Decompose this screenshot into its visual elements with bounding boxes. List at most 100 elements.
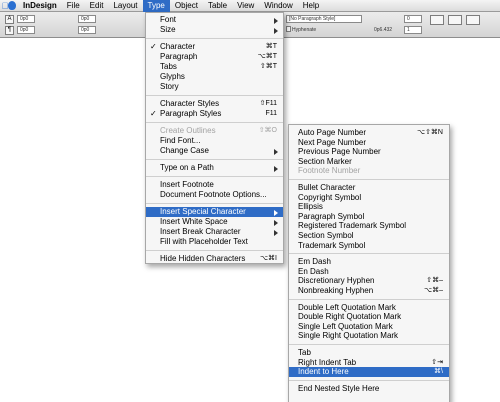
left-indent-field[interactable]: 0p0 — [17, 26, 35, 34]
menu-view[interactable]: View — [232, 0, 259, 12]
type-menu-item-insert-white-space[interactable]: Insert White Space — [146, 217, 283, 227]
menu-layout[interactable]: Layout — [108, 0, 142, 12]
type-menu-item-glyphs[interactable]: Glyphs — [146, 72, 283, 82]
menu-item-shortcut: ⇧⌘O — [258, 127, 277, 134]
special-char-item-double-right-quotation-mark[interactable]: Double Right Quotation Mark — [289, 312, 449, 322]
menu-separator — [146, 159, 283, 160]
menu-item-label: Create Outlines — [160, 126, 216, 135]
menu-item-label: Insert Break Character — [160, 227, 241, 236]
submenu-arrow-icon — [274, 230, 278, 236]
type-menu-item-insert-special-character[interactable]: Insert Special Character — [146, 207, 283, 217]
drop-cap-chars-field[interactable]: 1 — [404, 26, 422, 34]
type-menu-item-document-footnote-options[interactable]: Document Footnote Options... — [146, 190, 283, 200]
special-char-item-previous-page-number[interactable]: Previous Page Number — [289, 147, 449, 157]
special-char-item-nonbreaking-hyphen[interactable]: Nonbreaking Hyphen ⌥⌘– — [289, 286, 449, 296]
menu-table[interactable]: Table — [203, 0, 232, 12]
special-char-item-indent-to-here[interactable]: Indent to Here ⌘\ — [289, 367, 449, 378]
menu-item-label: Footnote Number — [298, 166, 361, 176]
align-to-grid-icon[interactable] — [430, 15, 444, 25]
menu-type[interactable]: Type — [142, 0, 170, 12]
menu-separator — [289, 298, 449, 300]
drop-cap-lines-field[interactable]: 0 — [404, 15, 422, 23]
paragraph-style-select[interactable]: [No Paragraph Style] — [286, 15, 362, 23]
insert-special-character-submenu: Auto Page Number ⌥⇧⌘N Next Page Number Prev… — [288, 124, 450, 402]
menu-separator — [146, 122, 283, 123]
special-char-item-em-dash[interactable]: Em Dash — [289, 257, 449, 267]
special-char-item-next-page-number[interactable]: Next Page Number — [289, 138, 449, 148]
special-char-item-single-right-quotation-mark[interactable]: Single Right Quotation Mark — [289, 331, 449, 341]
space-after-field[interactable]: 0p0 — [78, 26, 96, 34]
special-char-item-bullet-character[interactable]: Bullet Character — [289, 183, 449, 193]
special-char-item-paragraph-symbol[interactable]: Paragraph Symbol — [289, 212, 449, 222]
special-char-item-auto-page-number[interactable]: Auto Page Number ⌥⇧⌘N — [289, 128, 449, 138]
first-line-indent-field[interactable]: 0p0 — [17, 15, 35, 23]
type-menu-item-fill-with-placeholder-text[interactable]: Fill with Placeholder Text — [146, 237, 283, 247]
menu-object[interactable]: Object — [170, 0, 203, 12]
menu-separator — [146, 203, 283, 204]
special-char-item-ellipsis[interactable]: Ellipsis — [289, 202, 449, 212]
grid-value-label: 0p6.432 — [374, 27, 393, 33]
type-menu-item-tabs[interactable]: Tabs ⇧⌘T — [146, 62, 283, 72]
special-char-item-discretionary-hyphen[interactable]: Discretionary Hyphen ⇧⌘– — [289, 276, 449, 286]
type-menu-item-insert-break-character[interactable]: Insert Break Character — [146, 227, 283, 237]
menu-item-shortcut: ⌥⌘– — [424, 287, 443, 294]
special-char-item-trademark-symbol[interactable]: Trademark Symbol — [289, 241, 449, 251]
apple-menu-icon[interactable]:  — [0, 0, 18, 12]
columns-icon[interactable] — [448, 15, 462, 25]
menu-separator — [289, 253, 449, 255]
menu-item-shortcut: ⌘T — [265, 43, 277, 50]
menu-item-label: Ellipsis — [298, 202, 323, 212]
type-menu-item-character-styles[interactable]: Character Styles ⇧F11 — [146, 99, 283, 109]
special-char-item-single-left-quotation-mark[interactable]: Single Left Quotation Mark — [289, 322, 449, 332]
special-char-item-registered-trademark-symbol[interactable]: Registered Trademark Symbol — [289, 221, 449, 231]
type-menu-item-font[interactable]: Font — [146, 15, 283, 25]
type-menu-item-insert-footnote[interactable]: Insert Footnote — [146, 180, 283, 190]
menu-item-shortcut: ⇧⌘T — [259, 63, 277, 70]
special-char-item-end-nested-style-here[interactable]: End Nested Style Here — [289, 384, 449, 394]
menu-app-name[interactable]: InDesign — [18, 0, 62, 12]
menu-item-label: Find Font... — [160, 136, 201, 145]
menu-item-label: Auto Page Number — [298, 128, 367, 137]
paragraph-mode-button[interactable]: ¶ — [5, 26, 14, 35]
hyphenate-checkbox[interactable] — [286, 26, 291, 32]
special-char-item-section-marker[interactable]: Section Marker — [289, 157, 449, 167]
type-menu-item-size[interactable]: Size — [146, 25, 283, 35]
menu-item-label: Size — [160, 25, 176, 34]
menu-edit[interactable]: Edit — [85, 0, 109, 12]
special-char-item-right-indent-tab[interactable]: Right Indent Tab ⇧⇥ — [289, 358, 449, 368]
special-char-item-double-left-quotation-mark[interactable]: Double Left Quotation Mark — [289, 303, 449, 313]
character-mode-button[interactable]: A — [5, 15, 14, 24]
type-menu-item-find-font[interactable]: Find Font... — [146, 136, 283, 146]
menu-item-label: Section Symbol — [298, 231, 354, 240]
type-menu-item-change-case[interactable]: Change Case — [146, 146, 283, 156]
special-char-item-tab[interactable]: Tab — [289, 348, 449, 358]
menu-item-label: Tabs — [160, 62, 177, 71]
submenu-arrow-icon — [274, 28, 278, 34]
type-menu-item-story[interactable]: Story — [146, 82, 283, 92]
menu-separator — [146, 95, 283, 96]
menu-item-shortcut: ⇧F11 — [259, 100, 277, 107]
special-char-item-en-dash[interactable]: En Dash — [289, 267, 449, 277]
type-menu-item-paragraph[interactable]: Paragraph ⌥⌘T — [146, 52, 283, 62]
menu-file[interactable]: File — [62, 0, 85, 12]
menu-item-label: Trademark Symbol — [298, 240, 366, 250]
menu-item-label: Type on a Path — [160, 163, 214, 172]
type-menu-item-create-outlines: Create Outlines ⇧⌘O — [146, 126, 283, 136]
menu-separator — [289, 344, 449, 345]
type-menu-item-hide-hidden-characters[interactable]: Hide Hidden Characters ⌥⌘I — [146, 254, 283, 264]
menu-item-label: End Nested Style Here — [298, 383, 380, 393]
menu-item-label: Copyright Symbol — [298, 192, 362, 202]
menu-item-shortcut: ⌥⇧⌘N — [417, 129, 443, 136]
type-menu-item-type-on-a-path[interactable]: Type on a Path — [146, 163, 283, 173]
special-char-item-section-symbol[interactable]: Section Symbol — [289, 231, 449, 241]
type-menu-item-paragraph-styles[interactable]: ✓ Paragraph Styles F11 — [146, 109, 283, 119]
type-menu-item-character[interactable]: ✓ Character ⌘T — [146, 42, 283, 52]
menu-item-label: Paragraph Symbol — [298, 211, 365, 221]
menu-bar:  InDesign File Edit Layout Type Object … — [0, 0, 500, 12]
palette-menu-icon[interactable] — [466, 15, 480, 25]
menu-item-label: Single Right Quotation Mark — [298, 331, 399, 341]
space-before-field[interactable]: 0p0 — [78, 15, 96, 23]
menu-window[interactable]: Window — [259, 0, 297, 12]
special-char-item-copyright-symbol[interactable]: Copyright Symbol — [289, 193, 449, 203]
menu-help[interactable]: Help — [298, 0, 324, 12]
